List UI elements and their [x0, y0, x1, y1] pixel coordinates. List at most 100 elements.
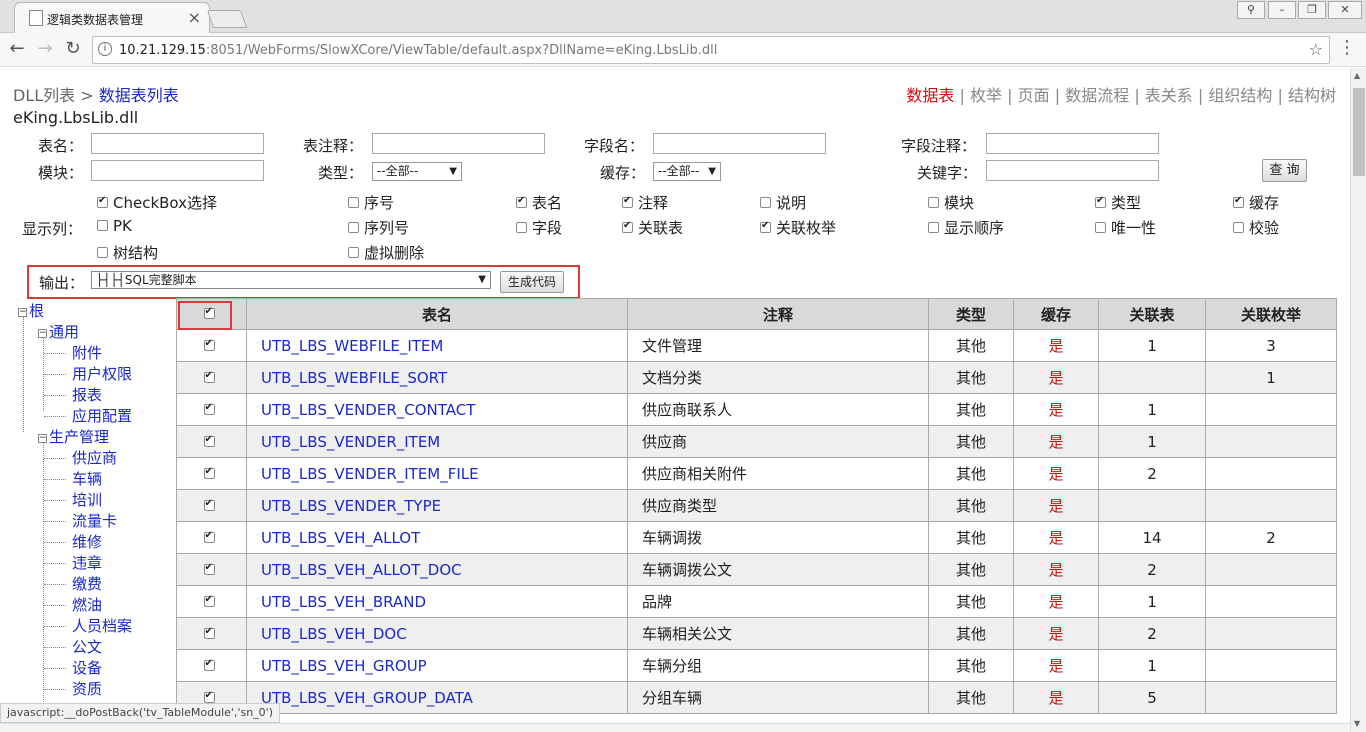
row-checkbox[interactable]: [203, 370, 215, 383]
show-column-checkbox[interactable]: [516, 222, 527, 233]
tree-item[interactable]: 违章: [72, 552, 102, 573]
show-column-checkbox[interactable]: [348, 197, 359, 208]
tree-item[interactable]: 人员档案: [72, 615, 132, 636]
row-checkbox[interactable]: [203, 690, 215, 703]
show-column-checkbox[interactable]: [516, 195, 527, 208]
show-column-option[interactable]: 唯一性: [1095, 217, 1156, 238]
show-column-checkbox[interactable]: [622, 195, 633, 208]
show-column-checkbox[interactable]: [1233, 222, 1244, 233]
table-name-link[interactable]: UTB_LBS_VEH_ALLOT_DOC: [246, 553, 628, 586]
table-name-link[interactable]: UTB_LBS_VEH_BRAND: [246, 585, 628, 618]
tree-item[interactable]: 流量卡: [72, 510, 117, 531]
show-column-checkbox[interactable]: [760, 197, 771, 208]
new-tab-button[interactable]: [206, 10, 248, 28]
nav-pages[interactable]: 页面: [1018, 86, 1050, 105]
minimize-button[interactable]: –: [1268, 1, 1296, 19]
field-comment-input[interactable]: [986, 133, 1159, 154]
show-column-checkbox[interactable]: [928, 222, 939, 233]
show-column-checkbox[interactable]: [1095, 195, 1106, 208]
table-name-link[interactable]: UTB_LBS_VEH_ALLOT: [246, 521, 628, 554]
show-column-checkbox[interactable]: [622, 220, 633, 233]
tree-item[interactable]: 附件: [72, 342, 102, 363]
tree-item[interactable]: 设备: [72, 657, 102, 678]
row-checkbox[interactable]: [203, 434, 215, 447]
row-checkbox[interactable]: [203, 402, 215, 415]
bookmark-star-icon[interactable]: ☆: [1309, 40, 1323, 59]
tree-item[interactable]: 培训: [72, 489, 102, 510]
tree-item[interactable]: 报表: [72, 384, 102, 405]
user-icon[interactable]: ⚲: [1237, 1, 1265, 19]
show-column-option[interactable]: 序列号: [348, 217, 409, 238]
row-checkbox[interactable]: [203, 338, 215, 351]
keyword-input[interactable]: [986, 160, 1159, 181]
row-checkbox-cell[interactable]: [176, 617, 247, 650]
tree-item[interactable]: 燃油: [72, 594, 102, 615]
nav-tables[interactable]: 数据表: [906, 86, 954, 105]
tree-item[interactable]: 车辆: [72, 468, 102, 489]
nav-relations[interactable]: 表关系: [1145, 86, 1193, 105]
row-checkbox-cell[interactable]: [176, 553, 247, 586]
query-button[interactable]: 查 询: [1262, 159, 1307, 182]
show-column-checkbox[interactable]: [348, 247, 359, 258]
tree-item[interactable]: 维修: [72, 531, 102, 552]
tree-item[interactable]: 供应商: [72, 447, 117, 468]
tree-item[interactable]: 用户权限: [72, 363, 132, 384]
tree-group-common[interactable]: − 通用: [38, 321, 79, 342]
show-column-option[interactable]: 注释: [622, 192, 668, 213]
scrollbar-thumb[interactable]: [1353, 88, 1365, 176]
row-checkbox[interactable]: [203, 658, 215, 671]
info-icon[interactable]: i: [98, 42, 112, 56]
table-name-link[interactable]: UTB_LBS_VEH_DOC: [246, 617, 628, 650]
close-icon[interactable]: ×: [188, 8, 201, 27]
table-name-link[interactable]: UTB_LBS_WEBFILE_ITEM: [246, 329, 628, 362]
row-checkbox-cell[interactable]: [176, 329, 247, 362]
show-column-option[interactable]: 缓存: [1233, 192, 1279, 213]
row-checkbox-cell[interactable]: [176, 457, 247, 490]
back-icon[interactable]: ←: [6, 38, 28, 59]
restore-button[interactable]: ❐: [1298, 1, 1326, 19]
row-checkbox[interactable]: [203, 626, 215, 639]
vertical-scrollbar[interactable]: ▲ ▼: [1350, 68, 1366, 732]
row-checkbox[interactable]: [203, 466, 215, 479]
show-column-option[interactable]: 模块: [928, 192, 974, 213]
row-checkbox[interactable]: [203, 562, 215, 575]
tree-item[interactable]: 缴费: [72, 573, 102, 594]
url-input[interactable]: i 10.21.129.15:8051/WebForms/SlowXCore/V…: [92, 36, 1330, 64]
row-checkbox-cell[interactable]: [176, 361, 247, 394]
row-checkbox[interactable]: [203, 594, 215, 607]
table-name-link[interactable]: UTB_LBS_VEH_GROUP: [246, 649, 628, 682]
tree-root[interactable]: − 根: [18, 300, 44, 321]
horizontal-scrollbar[interactable]: [0, 723, 1350, 732]
row-checkbox-cell[interactable]: [176, 393, 247, 426]
show-column-option[interactable]: PK: [97, 217, 132, 235]
row-checkbox-cell[interactable]: [176, 521, 247, 554]
show-column-option[interactable]: 类型: [1095, 192, 1141, 213]
module-input[interactable]: [91, 160, 264, 181]
browser-tab[interactable]: 逻辑类数据表管理 ×: [14, 2, 210, 33]
breadcrumb-dll-list[interactable]: DLL列表: [13, 86, 75, 105]
table-name-link[interactable]: UTB_LBS_VENDER_TYPE: [246, 489, 628, 522]
show-column-option[interactable]: 校验: [1233, 217, 1279, 238]
table-name-link[interactable]: UTB_LBS_WEBFILE_SORT: [246, 361, 628, 394]
row-checkbox-cell[interactable]: [176, 425, 247, 458]
show-column-option[interactable]: 关联表: [622, 217, 683, 238]
show-column-checkbox[interactable]: [928, 197, 939, 208]
table-name-input[interactable]: [91, 133, 264, 154]
table-comment-input[interactable]: [372, 133, 545, 154]
show-column-option[interactable]: 树结构: [97, 242, 158, 263]
row-checkbox[interactable]: [203, 498, 215, 511]
table-name-link[interactable]: UTB_LBS_VENDER_ITEM_FILE: [246, 457, 628, 490]
table-name-link[interactable]: UTB_LBS_VENDER_ITEM: [246, 425, 628, 458]
nav-org[interactable]: 组织结构: [1208, 86, 1272, 105]
field-name-input[interactable]: [653, 133, 826, 154]
show-column-option[interactable]: 关联枚举: [760, 217, 836, 238]
show-column-option[interactable]: 字段: [516, 217, 562, 238]
breadcrumb-current[interactable]: 数据表列表: [99, 86, 179, 105]
nav-tree[interactable]: 结构树: [1288, 86, 1336, 105]
nav-enums[interactable]: 枚举: [970, 86, 1002, 105]
cache-select[interactable]: --全部-- ▼: [653, 162, 721, 181]
show-column-option[interactable]: CheckBox选择: [97, 192, 217, 213]
table-name-link[interactable]: UTB_LBS_VENDER_CONTACT: [246, 393, 628, 426]
generate-code-button[interactable]: 生成代码: [500, 271, 564, 293]
show-column-checkbox[interactable]: [348, 222, 359, 233]
